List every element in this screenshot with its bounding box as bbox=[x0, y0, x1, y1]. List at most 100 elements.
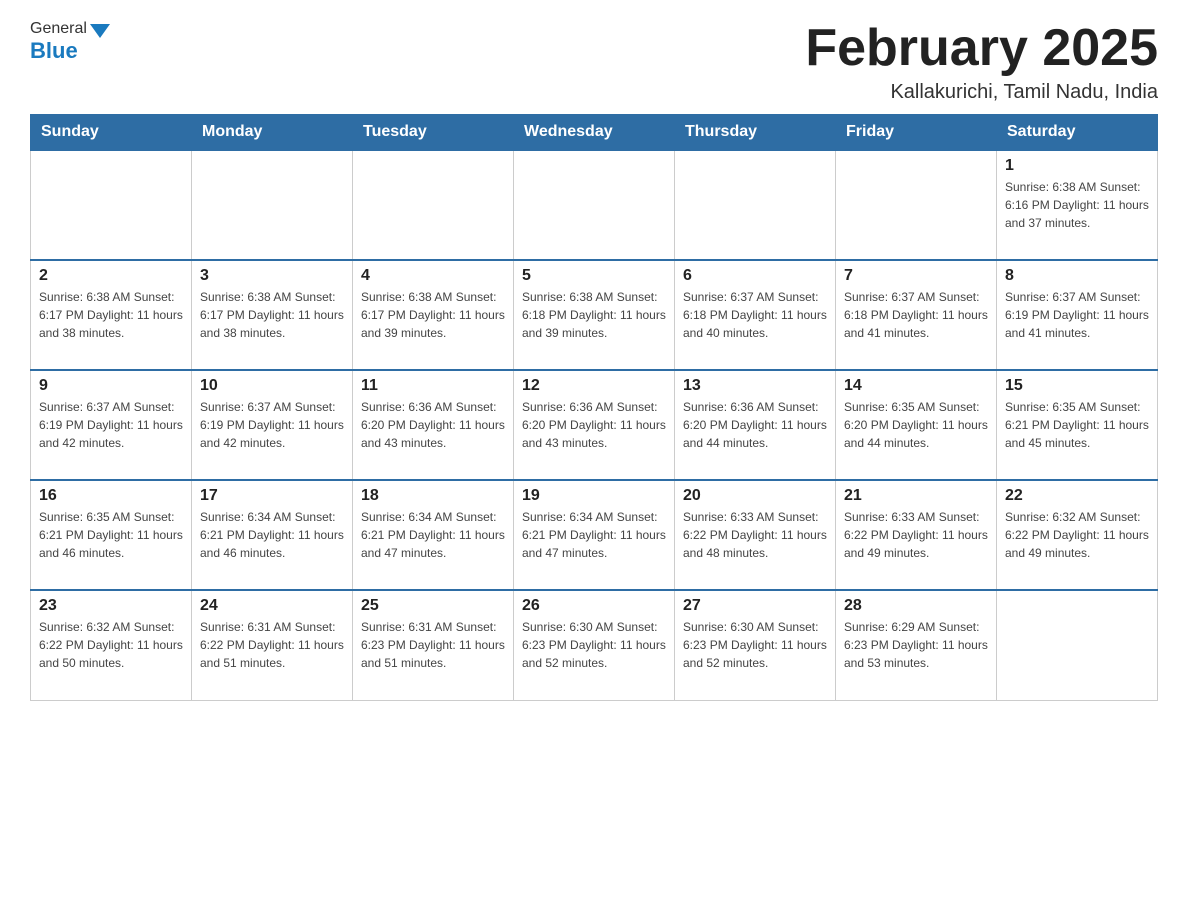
day-number: 27 bbox=[683, 597, 827, 615]
calendar-cell: 22 Sunrise: 6:32 AM Sunset: 6:22 PM Dayli… bbox=[997, 480, 1158, 590]
day-info: Sunrise: 6:34 AM Sunset: 6:21 PM Dayligh… bbox=[200, 508, 344, 562]
day-info: Sunrise: 6:34 AM Sunset: 6:21 PM Dayligh… bbox=[522, 508, 666, 562]
day-number: 25 bbox=[361, 597, 505, 615]
calendar-cell: 4 Sunrise: 6:38 AM Sunset: 6:17 PM Daylig… bbox=[353, 260, 514, 370]
calendar-header-row: SundayMondayTuesdayWednesdayThursdayFrid… bbox=[31, 115, 1158, 151]
calendar-cell: 1Sunrise: 6:38 AM Sunset: 6:16 PM Daylig… bbox=[997, 150, 1158, 260]
calendar-cell bbox=[192, 150, 353, 260]
day-info: Sunrise: 6:30 AM Sunset: 6:23 PM Dayligh… bbox=[683, 618, 827, 672]
day-number: 14 bbox=[844, 377, 988, 395]
logo: General Blue bbox=[30, 20, 110, 64]
calendar-cell: 16Sunrise: 6:35 AM Sunset: 6:21 PM Dayli… bbox=[31, 480, 192, 590]
logo-general-text: General bbox=[30, 20, 87, 38]
calendar-cell bbox=[514, 150, 675, 260]
day-number: 28 bbox=[844, 597, 988, 615]
day-number: 18 bbox=[361, 487, 505, 505]
calendar-cell: 18 Sunrise: 6:34 AM Sunset: 6:21 PM Dayli… bbox=[353, 480, 514, 590]
day-number: 17 bbox=[200, 487, 344, 505]
day-info: Sunrise: 6:31 AM Sunset: 6:22 PM Dayligh… bbox=[200, 618, 344, 672]
calendar-cell bbox=[836, 150, 997, 260]
day-info: Sunrise: 6:32 AM Sunset: 6:22 PM Dayligh… bbox=[39, 618, 183, 672]
day-number: 3 bbox=[200, 267, 344, 285]
calendar-cell: 23 Sunrise: 6:32 AM Sunset: 6:22 PM Dayli… bbox=[31, 590, 192, 700]
calendar-cell bbox=[353, 150, 514, 260]
day-info: Sunrise: 6:38 AM Sunset: 6:17 PM Dayligh… bbox=[200, 288, 344, 342]
col-header-saturday: Saturday bbox=[997, 115, 1158, 151]
calendar-cell: 2 Sunrise: 6:38 AM Sunset: 6:17 PM Daylig… bbox=[31, 260, 192, 370]
calendar-cell: 27 Sunrise: 6:30 AM Sunset: 6:23 PM Dayli… bbox=[675, 590, 836, 700]
day-info: Sunrise: 6:34 AM Sunset: 6:21 PM Dayligh… bbox=[361, 508, 505, 562]
day-number: 19 bbox=[522, 487, 666, 505]
day-info: Sunrise: 6:33 AM Sunset: 6:22 PM Dayligh… bbox=[844, 508, 988, 562]
calendar-cell bbox=[997, 590, 1158, 700]
day-info: Sunrise: 6:38 AM Sunset: 6:17 PM Dayligh… bbox=[39, 288, 183, 342]
week-row-4: 16Sunrise: 6:35 AM Sunset: 6:21 PM Dayli… bbox=[31, 480, 1158, 590]
day-number: 4 bbox=[361, 267, 505, 285]
calendar-cell: 26 Sunrise: 6:30 AM Sunset: 6:23 PM Dayli… bbox=[514, 590, 675, 700]
day-number: 2 bbox=[39, 267, 183, 285]
page-header: General Blue February 2025 Kallakurichi,… bbox=[30, 20, 1158, 104]
calendar-cell: 20 Sunrise: 6:33 AM Sunset: 6:22 PM Dayli… bbox=[675, 480, 836, 590]
day-info: Sunrise: 6:35 AM Sunset: 6:21 PM Dayligh… bbox=[39, 508, 183, 562]
calendar-cell: 28 Sunrise: 6:29 AM Sunset: 6:23 PM Dayli… bbox=[836, 590, 997, 700]
day-info: Sunrise: 6:36 AM Sunset: 6:20 PM Dayligh… bbox=[361, 398, 505, 452]
calendar-table: SundayMondayTuesdayWednesdayThursdayFrid… bbox=[30, 114, 1158, 701]
calendar-cell: 9 Sunrise: 6:37 AM Sunset: 6:19 PM Daylig… bbox=[31, 370, 192, 480]
calendar-cell: 17 Sunrise: 6:34 AM Sunset: 6:21 PM Dayli… bbox=[192, 480, 353, 590]
col-header-sunday: Sunday bbox=[31, 115, 192, 151]
day-number: 6 bbox=[683, 267, 827, 285]
day-number: 12 bbox=[522, 377, 666, 395]
day-info: Sunrise: 6:36 AM Sunset: 6:20 PM Dayligh… bbox=[522, 398, 666, 452]
col-header-friday: Friday bbox=[836, 115, 997, 151]
calendar-cell: 21 Sunrise: 6:33 AM Sunset: 6:22 PM Dayli… bbox=[836, 480, 997, 590]
calendar-cell: 10 Sunrise: 6:37 AM Sunset: 6:19 PM Dayli… bbox=[192, 370, 353, 480]
day-number: 1 bbox=[1005, 157, 1149, 175]
logo-arrow-icon bbox=[90, 24, 110, 38]
week-row-2: 2 Sunrise: 6:38 AM Sunset: 6:17 PM Daylig… bbox=[31, 260, 1158, 370]
title-block: February 2025 Kallakurichi, Tamil Nadu, … bbox=[805, 20, 1158, 104]
col-header-monday: Monday bbox=[192, 115, 353, 151]
day-number: 8 bbox=[1005, 267, 1149, 285]
day-info: Sunrise: 6:37 AM Sunset: 6:19 PM Dayligh… bbox=[200, 398, 344, 452]
calendar-cell bbox=[31, 150, 192, 260]
day-info: Sunrise: 6:37 AM Sunset: 6:19 PM Dayligh… bbox=[1005, 288, 1149, 342]
calendar-cell: 25 Sunrise: 6:31 AM Sunset: 6:23 PM Dayli… bbox=[353, 590, 514, 700]
day-number: 24 bbox=[200, 597, 344, 615]
calendar-cell: 12 Sunrise: 6:36 AM Sunset: 6:20 PM Dayli… bbox=[514, 370, 675, 480]
calendar-cell: 24 Sunrise: 6:31 AM Sunset: 6:22 PM Dayli… bbox=[192, 590, 353, 700]
day-number: 9 bbox=[39, 377, 183, 395]
col-header-thursday: Thursday bbox=[675, 115, 836, 151]
day-number: 23 bbox=[39, 597, 183, 615]
day-info: Sunrise: 6:35 AM Sunset: 6:21 PM Dayligh… bbox=[1005, 398, 1149, 452]
location-subtitle: Kallakurichi, Tamil Nadu, India bbox=[805, 81, 1158, 104]
day-number: 10 bbox=[200, 377, 344, 395]
calendar-cell: 7 Sunrise: 6:37 AM Sunset: 6:18 PM Daylig… bbox=[836, 260, 997, 370]
day-info: Sunrise: 6:37 AM Sunset: 6:19 PM Dayligh… bbox=[39, 398, 183, 452]
day-info: Sunrise: 6:32 AM Sunset: 6:22 PM Dayligh… bbox=[1005, 508, 1149, 562]
day-info: Sunrise: 6:33 AM Sunset: 6:22 PM Dayligh… bbox=[683, 508, 827, 562]
day-number: 21 bbox=[844, 487, 988, 505]
week-row-3: 9 Sunrise: 6:37 AM Sunset: 6:19 PM Daylig… bbox=[31, 370, 1158, 480]
calendar-cell: 11 Sunrise: 6:36 AM Sunset: 6:20 PM Dayli… bbox=[353, 370, 514, 480]
day-number: 11 bbox=[361, 377, 505, 395]
calendar-cell: 13Sunrise: 6:36 AM Sunset: 6:20 PM Dayli… bbox=[675, 370, 836, 480]
calendar-cell bbox=[675, 150, 836, 260]
day-number: 5 bbox=[522, 267, 666, 285]
calendar-cell: 15 Sunrise: 6:35 AM Sunset: 6:21 PM Dayli… bbox=[997, 370, 1158, 480]
day-info: Sunrise: 6:37 AM Sunset: 6:18 PM Dayligh… bbox=[683, 288, 827, 342]
day-number: 26 bbox=[522, 597, 666, 615]
day-info: Sunrise: 6:31 AM Sunset: 6:23 PM Dayligh… bbox=[361, 618, 505, 672]
day-info: Sunrise: 6:30 AM Sunset: 6:23 PM Dayligh… bbox=[522, 618, 666, 672]
col-header-tuesday: Tuesday bbox=[353, 115, 514, 151]
day-number: 13 bbox=[683, 377, 827, 395]
day-number: 22 bbox=[1005, 487, 1149, 505]
day-info: Sunrise: 6:38 AM Sunset: 6:17 PM Dayligh… bbox=[361, 288, 505, 342]
day-info: Sunrise: 6:37 AM Sunset: 6:18 PM Dayligh… bbox=[844, 288, 988, 342]
day-info: Sunrise: 6:29 AM Sunset: 6:23 PM Dayligh… bbox=[844, 618, 988, 672]
calendar-cell: 3 Sunrise: 6:38 AM Sunset: 6:17 PM Daylig… bbox=[192, 260, 353, 370]
logo-blue-text: Blue bbox=[30, 38, 78, 64]
day-number: 7 bbox=[844, 267, 988, 285]
day-number: 15 bbox=[1005, 377, 1149, 395]
day-info: Sunrise: 6:38 AM Sunset: 6:18 PM Dayligh… bbox=[522, 288, 666, 342]
day-number: 20 bbox=[683, 487, 827, 505]
